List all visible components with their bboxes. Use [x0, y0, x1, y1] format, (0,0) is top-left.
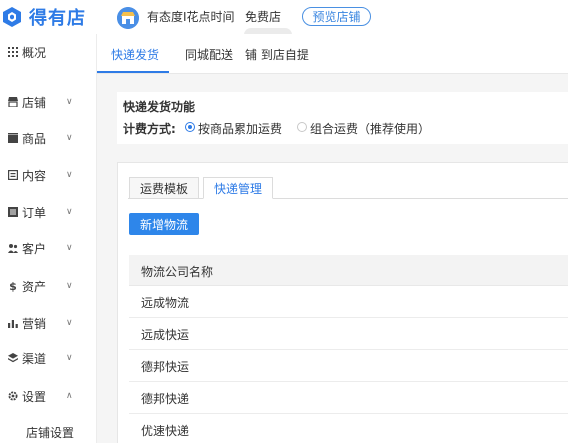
- customer-icon: [8, 243, 18, 253]
- sidebar-item-content[interactable]: 内容 ∨: [0, 163, 97, 187]
- tab-self-pickup[interactable]: 铺 到店自提: [245, 46, 309, 63]
- sidebar-item-label: 店铺: [22, 95, 47, 110]
- chevron-down-icon: ∨: [66, 281, 73, 291]
- table-row[interactable]: 德邦快递: [129, 382, 568, 414]
- sidebar-item-label: 营销: [22, 316, 47, 331]
- sidebar-item-channels[interactable]: 渠道 ∨: [0, 346, 97, 370]
- tab-express-delivery[interactable]: 快递发货: [111, 46, 159, 63]
- sidebar-subitem-store-settings[interactable]: 店铺设置: [26, 424, 74, 441]
- logistics-panel: 运费模板 快递管理 新增物流 物流公司名称 远成物流 远成快运 德邦快运 德邦快…: [117, 162, 568, 443]
- table-cell: 远成物流: [141, 296, 190, 310]
- table-cell: 德邦快运: [141, 360, 190, 374]
- express-settings-panel: 快递发货功能 计费方式: 按商品累加运费 组合运费（推荐使用）: [117, 92, 568, 144]
- chevron-down-icon: ∨: [66, 97, 73, 107]
- goods-icon: [8, 133, 18, 143]
- column-header: 物流公司名称: [141, 265, 214, 279]
- sidebar-item-assets[interactable]: $ 资产 ∨: [0, 274, 97, 298]
- sidebar-item-overview[interactable]: 概况: [0, 40, 97, 64]
- shop-name: 有态度I花点时间: [147, 10, 235, 24]
- fee-method-label: 计费方式:: [123, 122, 176, 136]
- add-logistics-button[interactable]: 新增物流: [129, 213, 199, 235]
- sidebar-item-label: 设置: [22, 389, 47, 404]
- delivery-tabs: 快递发货 同城配送 铺 到店自提: [97, 34, 568, 74]
- radio-combined-fee[interactable]: [297, 122, 307, 132]
- table-row[interactable]: 德邦快运: [129, 350, 568, 382]
- section-title: 快递发货功能: [123, 100, 196, 114]
- chevron-down-icon: ∨: [66, 170, 73, 180]
- radio-per-item-fee[interactable]: [185, 122, 195, 132]
- chevron-down-icon: ∨: [66, 243, 73, 253]
- radio-label: 按商品累加运费: [198, 122, 283, 136]
- shop-plan: 免费店: [245, 10, 282, 24]
- sidebar-item-settings[interactable]: 设置 ∧: [0, 384, 97, 408]
- layers-icon: [8, 353, 18, 363]
- grid-icon: [8, 47, 18, 57]
- sidebar-item-customers[interactable]: 客户 ∨: [0, 236, 97, 260]
- sidebar-item-orders[interactable]: 订单 ∨: [0, 200, 97, 224]
- chevron-down-icon: ∨: [66, 353, 73, 363]
- content-icon: [8, 170, 18, 180]
- sidebar-item-label: 概况: [22, 45, 47, 60]
- sidebar-item-label: 内容: [22, 168, 47, 183]
- chevron-down-icon: ∨: [66, 207, 73, 217]
- logo[interactable]: 得有店: [0, 3, 97, 31]
- table-row[interactable]: 远成快运: [129, 318, 568, 350]
- radio-label: 组合运费（推荐使用）: [310, 122, 431, 136]
- top-bar: 得有店 有态度I花点时间 免费店 预览店铺: [0, 0, 568, 42]
- tab-local-delivery[interactable]: 同城配送: [185, 46, 233, 63]
- bar-chart-icon: [8, 318, 18, 328]
- logo-icon: [3, 7, 21, 27]
- sidebar-item-label: 资产: [22, 279, 47, 294]
- sidebar-item-label: 订单: [22, 205, 47, 220]
- table-row[interactable]: 优速快递: [129, 414, 568, 443]
- table-cell: 优速快递: [141, 424, 190, 438]
- store-icon: [8, 97, 18, 107]
- dollar-icon: $: [9, 279, 17, 293]
- sidebar-item-label: 渠道: [22, 351, 47, 366]
- active-tab-indicator: [97, 71, 169, 73]
- gear-icon: [8, 391, 18, 401]
- tab-courier-management[interactable]: 快递管理: [203, 177, 273, 199]
- sidebar-item-store[interactable]: 店铺 ∨: [0, 90, 97, 114]
- sidebar-item-goods[interactable]: 商品 ∨: [0, 126, 97, 150]
- logo-text: 得有店: [29, 8, 86, 29]
- table-cell: 远成快运: [141, 328, 190, 342]
- sidebar-item-label: 商品: [22, 131, 47, 146]
- table-row[interactable]: 远成物流: [129, 286, 568, 318]
- table-header: 物流公司名称: [129, 255, 568, 286]
- shop-avatar[interactable]: [117, 7, 139, 29]
- chevron-down-icon: ∨: [66, 133, 73, 143]
- chevron-down-icon: ∨: [66, 318, 73, 328]
- table-cell: 德邦快递: [141, 392, 190, 406]
- tab-shipping-template[interactable]: 运费模板: [129, 177, 199, 199]
- chevron-up-icon: ∧: [66, 391, 73, 401]
- preview-shop-button[interactable]: 预览店铺: [302, 7, 371, 26]
- order-icon: [8, 207, 18, 217]
- main-content: 快递发货 同城配送 铺 到店自提 快递发货功能 计费方式: 按商品累加运费 组合…: [97, 34, 568, 443]
- sidebar-item-label: 客户: [22, 241, 47, 256]
- sidebar-item-marketing[interactable]: 营销 ∨: [0, 311, 97, 335]
- sidebar: 概况 店铺 ∨ 商品 ∨ 内容 ∨ 订单 ∨ 客户 ∨ $ 资产 ∨ 营销 ∨ …: [0, 34, 97, 443]
